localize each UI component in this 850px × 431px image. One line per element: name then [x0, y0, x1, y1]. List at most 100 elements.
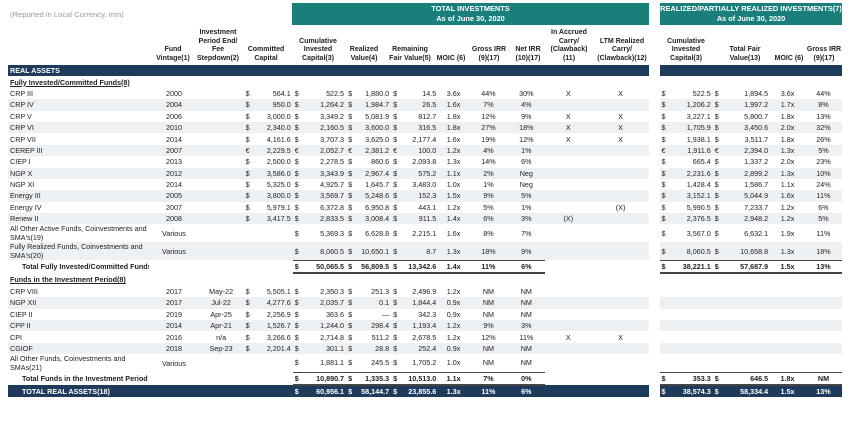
cell-name: CRP V	[10, 111, 32, 121]
cell-r-invested	[670, 309, 713, 320]
cell-ltm	[591, 144, 650, 157]
cell-rf: $	[714, 180, 719, 190]
cell-r-moic	[770, 65, 805, 77]
cell-r-fair: 646.5	[723, 371, 771, 386]
cell-rv: $	[346, 384, 357, 398]
cell-name: Energy IV	[10, 202, 42, 212]
cell-rc: $	[659, 213, 670, 225]
cell-r-moic: 1.9x	[780, 228, 795, 238]
cell-rv: $	[346, 319, 357, 332]
cell-realized: 245.5	[371, 358, 390, 368]
cell-period	[199, 354, 244, 372]
cell-r-girr: 8%	[804, 99, 842, 111]
cell-girr: 4%	[468, 144, 508, 157]
cell-girr: 12%	[481, 332, 496, 342]
cell-moic: 1.2x	[438, 319, 469, 332]
cell-invested: 2,160.5	[303, 121, 347, 134]
cell-nirr: 7%	[521, 228, 532, 238]
cell-r-fair	[723, 331, 770, 342]
cell-committed	[254, 224, 293, 242]
cell-ltm	[592, 354, 649, 372]
cell-moic: 1.6x	[438, 99, 469, 111]
cell-r-invested: 8,060.5	[669, 242, 713, 261]
cell-remaining: 342.3	[418, 309, 437, 319]
cell-committed: 5,505.1	[266, 286, 291, 296]
cell-rc	[659, 65, 670, 77]
cell-rv	[346, 65, 357, 77]
cell-ci	[293, 273, 303, 285]
cell-realized: 6,628.8	[365, 228, 390, 238]
cell-fv	[391, 65, 402, 77]
cell-moic: 0.9x	[438, 297, 469, 309]
cell-girr: 5%	[483, 202, 494, 212]
cell-rc: $	[661, 88, 666, 98]
column-gap	[649, 372, 660, 385]
cell-r-girr: 44%	[816, 88, 831, 98]
cell-cc: $	[245, 180, 250, 190]
cell-period: May-22	[209, 286, 234, 296]
cell-committed	[254, 354, 293, 372]
cell-ci: $	[292, 167, 304, 179]
cell-rc: $	[659, 242, 670, 261]
cell-cc	[244, 224, 254, 242]
cell-invested: 3,569.7	[303, 190, 347, 202]
cell-rc: $	[659, 259, 670, 275]
cell-committed: 3,586.0	[253, 167, 293, 179]
cell-r-moic: 1.3x	[770, 242, 805, 261]
cell-committed: 2,256.9	[266, 309, 291, 319]
cell-girr: 11%	[468, 384, 508, 398]
cell-r-invested	[670, 331, 713, 342]
cell-r-moic: 1.5x	[770, 384, 805, 398]
cell-rf: $	[714, 111, 719, 121]
cell-ltm	[591, 167, 650, 179]
cell-ci: $	[292, 259, 304, 275]
cell-accrued	[545, 179, 592, 190]
cell-remaining: 26.5	[401, 99, 439, 111]
cell-moic: 1.2x	[446, 332, 461, 342]
cell-vintage: 2014	[165, 180, 182, 190]
cell-nirr: 6%	[507, 259, 545, 275]
cell-remaining: 2,678.5	[412, 332, 437, 342]
cell-r-girr: 11%	[804, 190, 842, 202]
cell-ltm	[592, 372, 649, 385]
cell-r-invested: 5,990.5	[686, 202, 711, 212]
cell-name: NGP X	[8, 167, 150, 179]
cell-girr: NM	[482, 309, 495, 319]
cell-nirr	[507, 65, 545, 77]
cell-name: REAL ASSETS	[8, 65, 150, 77]
cell-rc	[659, 342, 670, 355]
cell-rf: €	[712, 144, 723, 157]
cell-r-girr	[805, 309, 842, 320]
cell-remaining	[401, 273, 438, 285]
cell-remaining: 2,177.4	[412, 134, 437, 144]
column-gap	[649, 213, 660, 225]
cell-girr: NM	[468, 342, 508, 355]
column-gap	[649, 65, 660, 77]
column-gap	[649, 242, 660, 261]
cell-r-invested: 38,574.3	[669, 384, 713, 398]
realized-investments-band: REALIZED/PARTIALLY REALIZED INVESTMENTS(…	[660, 3, 842, 25]
cell-period	[199, 260, 244, 273]
grand-row: TOTAL REAL ASSETS(18) $60,956.1 $58,144.7 $…	[8, 384, 842, 398]
cell-rf	[712, 65, 723, 77]
column-gap	[649, 384, 660, 398]
cell-rv: $	[346, 121, 357, 134]
cell-ci: $	[294, 180, 299, 190]
cell-fv: $	[393, 332, 398, 342]
cell-moic: 1.0x	[446, 358, 461, 368]
cell-girr: 19%	[481, 134, 496, 144]
cell-rc	[660, 286, 670, 297]
cell-r-moic: 2.0x	[770, 121, 805, 134]
total-investments-date: As of June 30, 2020	[436, 14, 505, 23]
cell-fv: $	[391, 121, 402, 134]
cell-period: Sep-23	[198, 342, 244, 355]
cell-r-fair: 3,450.6	[723, 121, 771, 134]
cell-r-invested: 1,705.9	[669, 121, 713, 134]
cell-r-moic: 1.8x	[770, 371, 805, 386]
cell-ci	[293, 76, 303, 87]
cell-ltm	[591, 190, 650, 202]
cell-invested: 522.5	[326, 88, 345, 98]
investments-table: REAL ASSETS Fully Invested/Committed Fund…	[8, 65, 842, 398]
cell-ltm	[592, 273, 649, 285]
cell-r-girr: 5%	[804, 144, 842, 157]
